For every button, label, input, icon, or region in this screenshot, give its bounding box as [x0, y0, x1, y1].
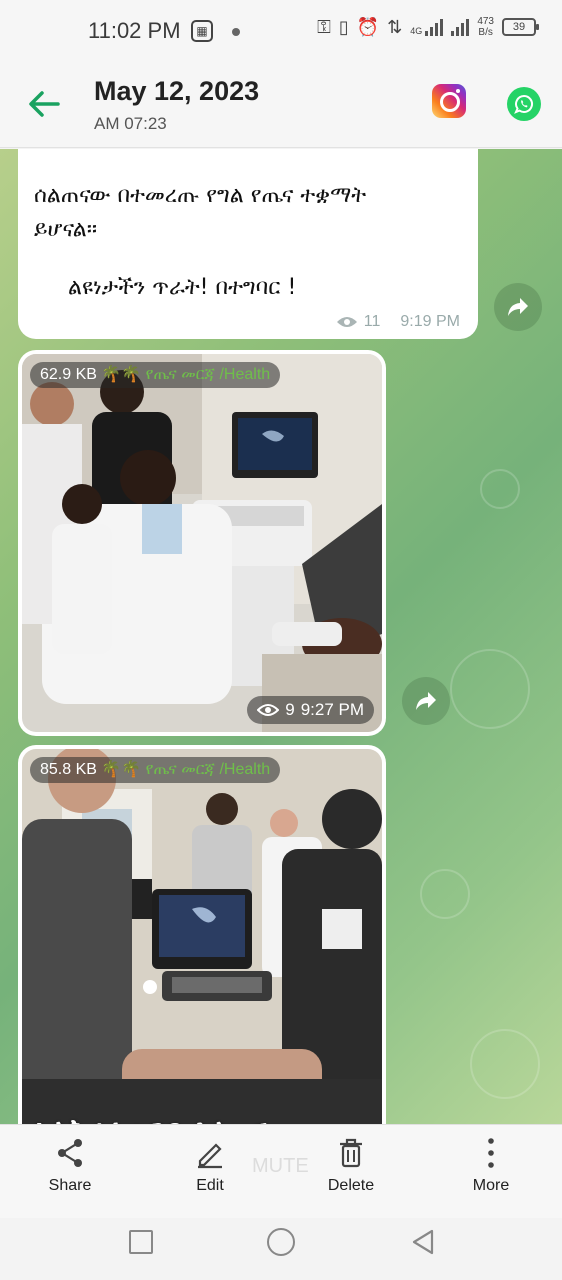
channel-tag: 🌴🌴 የጤና መርጃ /Health	[101, 761, 271, 778]
home-button[interactable]	[267, 1228, 295, 1256]
signal-2-icon	[451, 18, 470, 36]
forward-button[interactable]	[402, 677, 450, 725]
more-label: More	[472, 1177, 510, 1194]
text-message-bubble[interactable]: ሰልጠናው በተመረጡ የግል የጤና ተቋማት ይሆናል፡፡ ልዩነታችን ጥ…	[18, 149, 478, 339]
net-speed-value: 473	[477, 16, 494, 27]
status-icons: ⚿ ▯ ⏰ ⇅ 4G 473 B/s 39	[317, 16, 539, 38]
network-type: 4G	[410, 26, 423, 36]
share-button[interactable]: Share	[25, 1137, 115, 1195]
photo-message-bubble[interactable]: 62.9 KB 🌴🌴 የጤና መርጃ /Health 9 9:27 PM	[18, 350, 386, 736]
instagram-icon[interactable]	[432, 84, 466, 118]
message-text-line: ይሆናል፡፡	[34, 217, 98, 242]
more-button[interactable]: More	[446, 1137, 536, 1195]
share-icon	[58, 1139, 82, 1167]
status-time: 11:02 PM	[88, 18, 181, 43]
system-nav-bar	[0, 1218, 562, 1280]
status-bar: 11:02 PM ▦ ⚿ ▯ ⏰ ⇅ 4G 473 B/s 39	[0, 0, 562, 62]
mute-ghost-label: MUTE	[252, 1155, 309, 1177]
alarm-icon: ⏰	[356, 16, 380, 38]
ultrasound-training-photo[interactable]: 85.8 KB 🌴🌴 የጤና መርጃ /Health አልትራሳውንድ ስልጠና	[22, 749, 382, 1124]
key-icon: ⚿	[317, 16, 331, 38]
share-label: Share	[48, 1177, 92, 1194]
photo-meta: 9 9:27 PM	[247, 696, 374, 724]
page-subtitle: AM 07:23	[94, 114, 167, 133]
message-text-line: ልዩነታችን ጥራት! በተግባር !	[68, 275, 297, 300]
file-size: 85.8 KB	[40, 761, 97, 778]
file-size-badge: 62.9 KB 🌴🌴 የጤና መርጃ /Health	[30, 362, 281, 388]
message-time: 9:27 PM	[300, 700, 364, 719]
channel-tag: 🌴🌴 የጤና መርጃ /Health	[101, 366, 271, 383]
delete-label: Delete	[327, 1177, 375, 1194]
eye-icon	[336, 317, 357, 327]
battery-icon: 39	[502, 18, 539, 36]
edit-button[interactable]: Edit	[165, 1137, 255, 1195]
message-text-line: ሰልጠናው በተመረጡ የግል የጤና ተቋማት	[34, 183, 367, 208]
eye-icon	[257, 704, 280, 716]
ultrasound-training-photo[interactable]: 62.9 KB 🌴🌴 የጤና መርጃ /Health 9 9:27 PM	[22, 354, 382, 732]
page-title: May 12, 2023	[94, 76, 260, 106]
arrow-left-icon[interactable]	[24, 84, 64, 124]
background-doodle	[450, 649, 530, 729]
net-speed-unit: B/s	[478, 27, 493, 38]
file-size: 62.9 KB	[40, 366, 97, 383]
recents-button[interactable]	[129, 1230, 153, 1254]
data-transfer-icon: ⇅	[387, 16, 403, 38]
selection-action-bar: MUTE Share Edit Delete More	[0, 1124, 562, 1218]
view-count: 11	[363, 313, 381, 330]
message-meta: 11 9:19 PM	[336, 313, 460, 331]
view-count: 9	[285, 700, 295, 719]
photo-message-bubble[interactable]: 85.8 KB 🌴🌴 የጤና መርጃ /Health አልትራሳውንድ ስልጠና	[18, 745, 386, 1124]
back-triangle-icon[interactable]	[410, 1228, 436, 1256]
notification-dot-icon	[232, 28, 240, 36]
background-doodle	[420, 869, 470, 919]
background-doodle	[470, 1029, 540, 1099]
chat-area[interactable]: ሰልጠናው በተመረጡ የግል የጤና ተቋማት ይሆናል፡፡ ልዩነታችን ጥ…	[0, 149, 562, 1124]
whatsapp-icon[interactable]	[507, 87, 541, 121]
trash-icon	[340, 1138, 362, 1168]
net-speed: 473 B/s	[477, 16, 494, 38]
forward-button[interactable]	[494, 283, 542, 331]
photo-content	[22, 354, 382, 732]
signal-icon	[425, 18, 444, 36]
chat-header: May 12, 2023 AM 07:23	[0, 62, 562, 148]
vibrate-icon: ▯	[338, 16, 349, 38]
file-size-badge: 85.8 KB 🌴🌴 የጤና መርጃ /Health	[30, 757, 281, 783]
notification-app-icon: ▦	[191, 20, 213, 42]
photo-caption: አልትራሳውንድ ስልጠና	[34, 1113, 267, 1124]
message-time: 9:19 PM	[400, 313, 460, 330]
background-doodle	[480, 469, 520, 509]
photo-content	[22, 749, 382, 1124]
edit-label: Edit	[196, 1177, 224, 1194]
delete-button[interactable]: Delete	[306, 1137, 396, 1195]
pencil-icon	[198, 1143, 222, 1169]
more-vertical-icon	[488, 1138, 494, 1168]
forward-icon	[416, 692, 436, 710]
forward-icon	[508, 298, 528, 316]
